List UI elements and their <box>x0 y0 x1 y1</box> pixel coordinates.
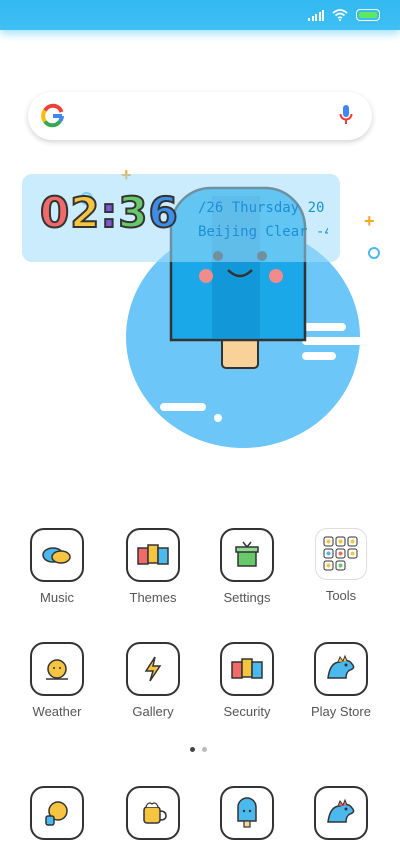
dock-messages[interactable] <box>106 786 200 840</box>
plus-decoration: + <box>364 211 375 231</box>
streak-decoration <box>214 414 222 422</box>
play-store-icon <box>314 642 368 696</box>
tools-folder-icon <box>315 528 367 580</box>
battery-charging-icon <box>356 9 380 21</box>
clock-time: 02:36 <box>39 187 179 238</box>
app-play-store[interactable]: Play Store <box>294 642 388 719</box>
app-label: Gallery <box>132 704 174 719</box>
browser-icon <box>220 786 274 840</box>
app-music[interactable]: Music <box>10 528 104 605</box>
security-icon <box>220 642 274 696</box>
app-gallery[interactable]: Gallery <box>106 642 200 719</box>
streak-decoration <box>160 403 206 411</box>
google-logo <box>41 103 64 128</box>
app-weather[interactable]: Weather <box>10 642 104 719</box>
clock-weather-widget[interactable]: 02:36 /26 Thursday 20 Beijing Clear -4°C <box>22 174 340 262</box>
page-indicator[interactable] <box>190 747 207 752</box>
dock-browser[interactable] <box>200 786 294 840</box>
app-label: Themes <box>129 590 177 605</box>
themes-icon <box>126 528 180 582</box>
mic-icon[interactable] <box>338 104 354 128</box>
messages-icon <box>126 786 180 840</box>
app-tools[interactable]: Tools <box>294 528 388 603</box>
signal-icon <box>308 9 324 21</box>
app-label: Play Store <box>311 704 371 719</box>
wifi-icon <box>332 9 348 21</box>
app-label: Settings <box>223 590 271 605</box>
app-security[interactable]: Security <box>200 642 294 719</box>
app-themes[interactable]: Themes <box>106 528 200 605</box>
app-settings[interactable]: Settings <box>200 528 294 605</box>
gallery-icon <box>126 642 180 696</box>
weather-icon <box>30 642 84 696</box>
settings-icon <box>220 528 274 582</box>
ring-decoration <box>368 247 380 259</box>
streak-decoration <box>302 323 346 331</box>
app-label: Security <box>223 704 271 719</box>
phone-icon <box>30 786 84 840</box>
widget-text-area: /26 Thursday 20 Beijing Clear -4°C <box>198 194 328 244</box>
page-dot[interactable] <box>202 747 207 752</box>
camera-icon <box>314 786 368 840</box>
streak-decoration <box>302 337 362 345</box>
app-label: Music <box>40 590 74 605</box>
status-bar <box>0 0 400 30</box>
page-dot-active[interactable] <box>190 747 195 752</box>
app-label: Weather <box>32 704 82 719</box>
dock-camera[interactable] <box>294 786 388 840</box>
widget-weather: Beijing Clear -4°C <box>198 224 328 240</box>
dock-phone[interactable] <box>10 786 104 840</box>
app-label: Tools <box>325 588 357 603</box>
music-icon <box>30 528 84 582</box>
widget-date: /26 Thursday 20 <box>198 200 325 216</box>
google-search-bar[interactable] <box>28 92 372 140</box>
